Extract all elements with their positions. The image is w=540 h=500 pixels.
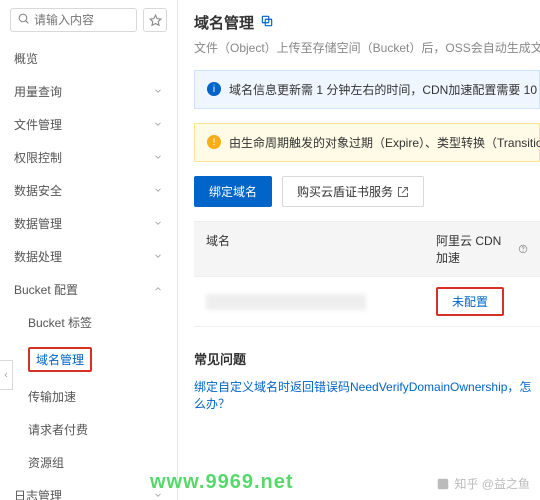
chevron-down-icon (153, 151, 163, 165)
chevron-up-icon (153, 283, 163, 297)
nav-sub-requester-pays[interactable]: 请求者付费 (0, 413, 177, 446)
nav-files[interactable]: 文件管理 (0, 108, 177, 141)
table-header-cdn: 阿里云 CDN 加速 (424, 222, 540, 276)
nav-sub-resource-group[interactable]: 资源组 (0, 446, 177, 479)
table-header-domain: 域名 (194, 222, 424, 276)
page-description: 文件（Object）上传至存储空间（Bucket）后，OSS会自动生成文件URL… (194, 39, 540, 56)
sidebar: 概览 用量查询 文件管理 权限控制 数据安全 数据管理 数据处理 Bucket … (0, 0, 178, 500)
external-link-icon (397, 186, 409, 198)
nav-sub-transfer[interactable]: 传输加速 (0, 380, 177, 413)
main-content: 域名管理 文件（Object）上传至存储空间（Bucket）后，OSS会自动生成… (178, 0, 540, 500)
page-title: 域名管理 (194, 12, 540, 33)
nav-sub-bucket-tag[interactable]: Bucket 标签 (0, 306, 177, 339)
nav-overview[interactable]: 概览 (0, 42, 177, 75)
faq-title: 常见问题 (194, 349, 540, 368)
nav-log[interactable]: 日志管理 (0, 479, 177, 500)
buy-cert-button[interactable]: 购买云盾证书服务 (282, 176, 424, 207)
chevron-down-icon (153, 489, 163, 500)
favorite-button[interactable] (143, 8, 167, 32)
copy-icon[interactable] (260, 14, 274, 32)
nav-bucket-config[interactable]: Bucket 配置 (0, 273, 177, 306)
chevron-down-icon (153, 118, 163, 132)
chevron-down-icon (153, 250, 163, 264)
chevron-down-icon (153, 85, 163, 99)
info-icon: i (207, 82, 221, 96)
nav-process[interactable]: 数据处理 (0, 240, 177, 273)
cdn-not-configured-link[interactable]: 未配置 (436, 287, 504, 316)
search-input[interactable] (34, 13, 130, 27)
search-icon (17, 12, 30, 28)
nav-permission[interactable]: 权限控制 (0, 141, 177, 174)
nav-usage[interactable]: 用量查询 (0, 75, 177, 108)
domain-table: 域名 阿里云 CDN 加速 未配置 (194, 221, 540, 327)
search-box[interactable] (10, 8, 137, 32)
faq-link[interactable]: 绑定自定义域名时返回错误码NeedVerifyDomainOwnership，怎… (194, 378, 540, 412)
chevron-down-icon (153, 184, 163, 198)
nav-sub-domain[interactable]: 域名管理 (0, 339, 177, 380)
nav-redundancy[interactable]: 数据管理 (0, 207, 177, 240)
table-row: 未配置 (194, 277, 540, 327)
alert-warning: ! 由生命周期触发的对象过期（Expire）、类型转换（TransitionSt… (194, 123, 540, 162)
help-icon[interactable] (518, 243, 528, 255)
warning-icon: ! (207, 135, 221, 149)
alert-info: i 域名信息更新需 1 分钟左右的时间，CDN加速配置需要 10 分钟左右时间 (194, 70, 540, 109)
nav-security[interactable]: 数据安全 (0, 174, 177, 207)
sidebar-collapse-handle[interactable] (0, 360, 13, 390)
bind-domain-button[interactable]: 绑定域名 (194, 176, 272, 207)
redacted-domain (206, 294, 366, 310)
chevron-down-icon (153, 217, 163, 231)
